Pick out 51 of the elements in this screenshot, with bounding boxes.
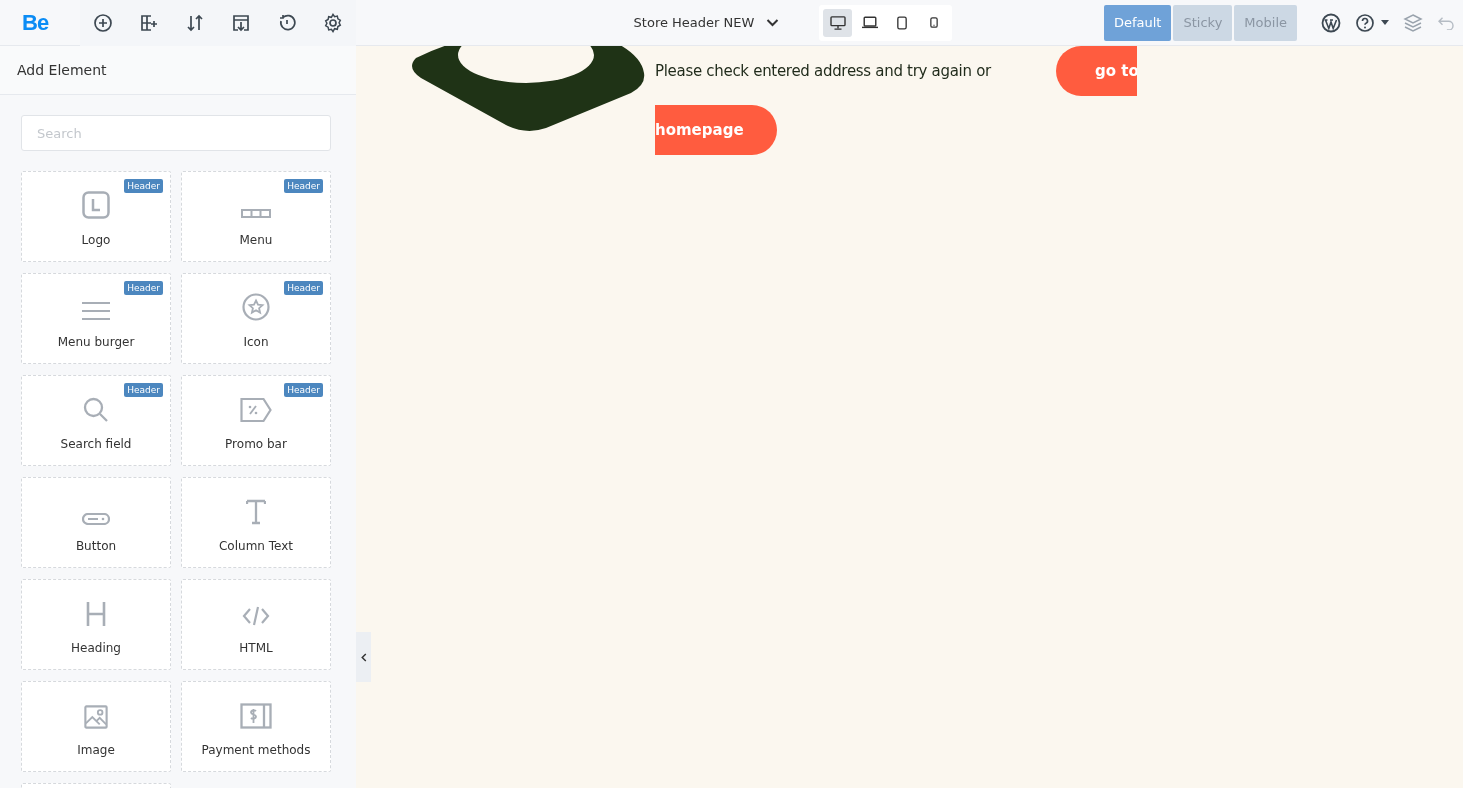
element-card[interactable]: Header Promo bar: [181, 375, 331, 466]
element-label: Search field: [60, 437, 132, 451]
button-shape-icon: [82, 513, 110, 525]
hamburger-icon: [82, 301, 110, 321]
code-icon: [242, 605, 270, 627]
element-label: Menu burger: [57, 335, 135, 349]
banknote-icon: [240, 703, 272, 729]
element-label: HTML: [239, 641, 273, 655]
star-circle-icon: [242, 293, 270, 321]
text-icon: [246, 499, 266, 525]
element-label: Button: [75, 539, 117, 553]
caret-icon[interactable]: [1381, 20, 1389, 25]
header-badge: Header: [284, 281, 323, 295]
element-card[interactable]: Payment methods: [181, 681, 331, 772]
element-label: Icon: [243, 335, 269, 349]
error-message: Please check entered address and try again or: [655, 62, 991, 80]
search-icon: [83, 397, 109, 423]
search-field[interactable]: Search: [21, 115, 331, 151]
element-card[interactable]: Button: [21, 477, 171, 568]
header-badge: Header: [124, 179, 163, 193]
element-label: Image: [77, 743, 115, 757]
element-card[interactable]: HTML: [181, 579, 331, 670]
element-card[interactable]: Column Text: [181, 477, 331, 568]
header-badge: Header: [124, 281, 163, 295]
element-label: Heading: [71, 641, 121, 655]
chevron-down-icon: [766, 18, 780, 27]
help-icon[interactable]: [1355, 12, 1375, 33]
element-card[interactable]: Header Logo: [21, 171, 171, 262]
logo-icon: [82, 191, 110, 219]
element-card[interactable]: Header Menu: [181, 171, 331, 262]
wordpress-logo-icon[interactable]: [1321, 12, 1341, 33]
element-label: Promo bar: [225, 437, 287, 451]
header-badge: Header: [124, 383, 163, 397]
image-icon: [84, 705, 108, 729]
element-label: Menu: [239, 233, 273, 247]
header-selector[interactable]: Store Header NEW: [627, 14, 786, 31]
element-card[interactable]: Heading: [21, 579, 171, 670]
element-card[interactable]: Header Menu burger: [21, 273, 171, 364]
element-label: Payment methods: [201, 743, 311, 757]
element-card[interactable]: Header Search field: [21, 375, 171, 466]
element-card[interactable]: Image: [21, 681, 171, 772]
collapse-handle[interactable]: [356, 632, 371, 682]
tag-icon: [240, 397, 272, 423]
element-label: Column Text: [218, 539, 293, 553]
element-label: Logo: [81, 233, 111, 247]
header-badge: Header: [284, 179, 323, 193]
heading-icon: [86, 601, 106, 627]
desktop-icon[interactable]: [823, 8, 853, 37]
menu-bar-icon: [241, 209, 271, 219]
header-badge: Header: [284, 383, 323, 397]
element-card[interactable]: Header Icon: [181, 273, 331, 364]
